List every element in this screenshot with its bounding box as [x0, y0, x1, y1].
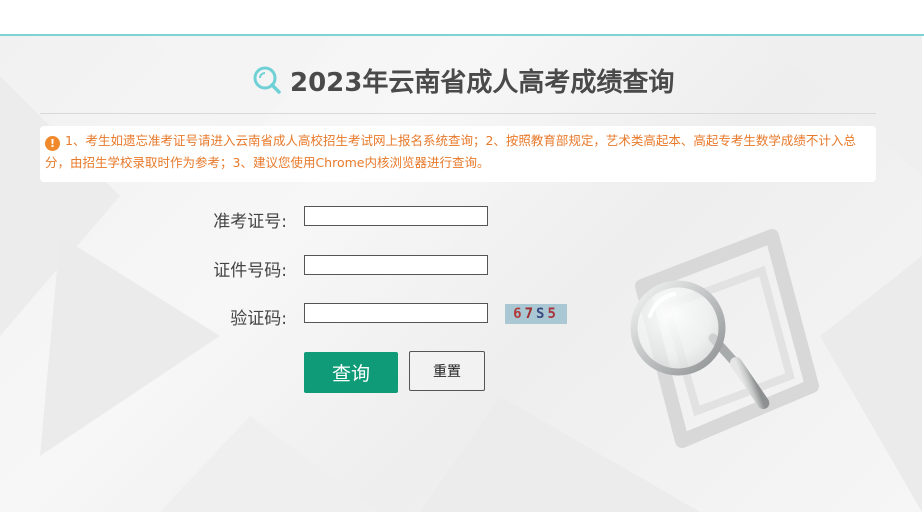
title-divider — [40, 113, 876, 114]
id-number-input[interactable] — [304, 255, 488, 275]
page-title: 2023年云南省成人高考成绩查询 — [290, 67, 675, 98]
captcha-input[interactable] — [304, 303, 488, 323]
exclamation-icon: ! — [45, 136, 60, 151]
reset-button[interactable]: 重置 — [409, 351, 485, 391]
top-bar — [0, 0, 924, 34]
exam-number-input[interactable] — [304, 206, 488, 226]
notice-box: ! 1、考生如遗忘准考证号请进入云南省成人高校招生考试网上报名系统查询；2、按照教… — [40, 126, 876, 182]
captcha-image[interactable]: 67S5 — [505, 304, 567, 324]
captcha-char: 5 — [547, 306, 559, 322]
exam-number-label: 准考证号: — [213, 212, 287, 232]
captcha-char: S — [536, 306, 548, 322]
captcha-char: 6 — [513, 306, 525, 322]
notice-text: 1、考生如遗忘准考证号请进入云南省成人高校招生考试网上报名系统查询；2、按照教育… — [45, 133, 856, 170]
query-button[interactable]: 查询 — [304, 352, 398, 393]
page-header: 2023年云南省成人高考成绩查询 — [252, 63, 675, 98]
search-icon — [253, 66, 281, 94]
magnifier-illustration-icon — [630, 280, 770, 410]
id-number-label: 证件号码: — [213, 261, 287, 281]
captcha-char: 7 — [524, 306, 536, 322]
captcha-label: 验证码: — [230, 309, 287, 329]
